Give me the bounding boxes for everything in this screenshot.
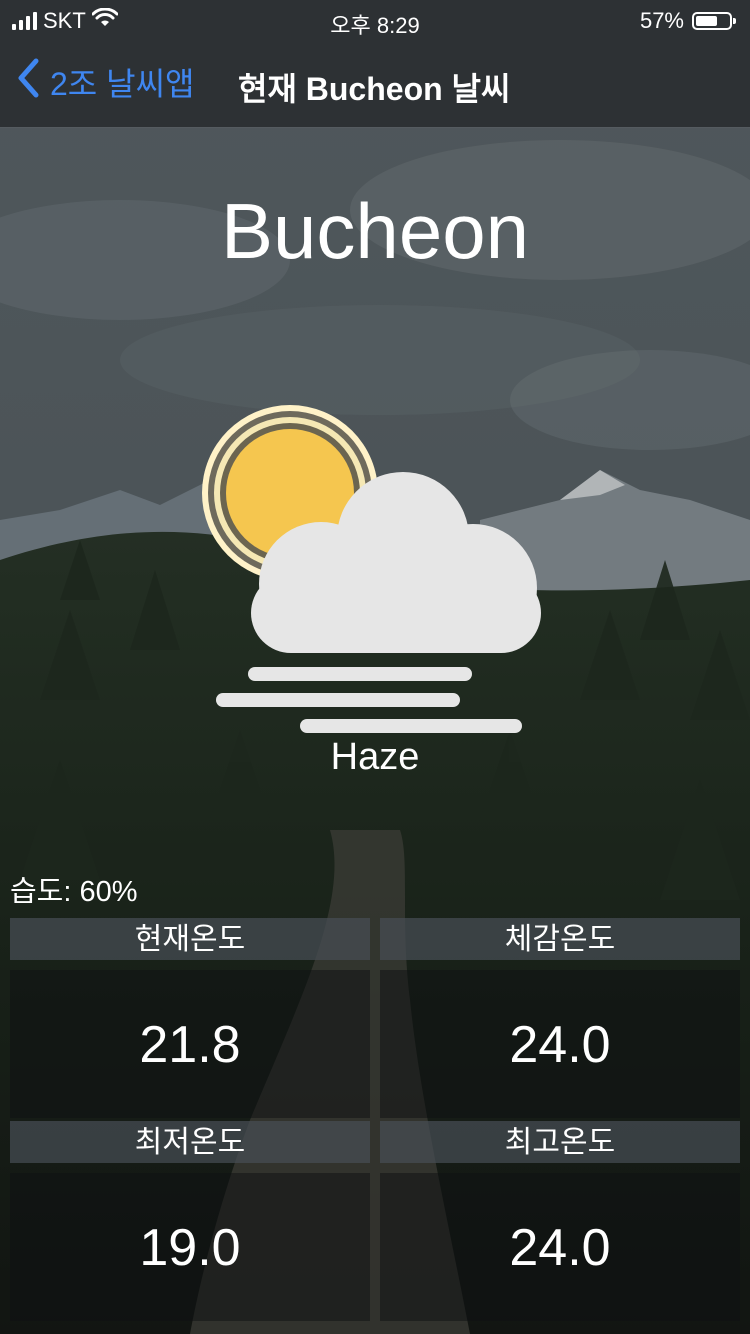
max-temp-cell: 최고온도 24.0 bbox=[380, 1121, 740, 1321]
weather-condition: Haze bbox=[330, 736, 420, 778]
chevron-left-icon bbox=[16, 58, 40, 106]
max-temp-label: 최고온도 bbox=[380, 1121, 740, 1163]
current-temp-label: 현재온도 bbox=[10, 918, 370, 960]
humidity-label: 습도: 60% bbox=[10, 876, 138, 908]
weather-content: Bucheon Haze 습도: 60% 현재온도 21.8 체감온도 24.0… bbox=[0, 128, 750, 1334]
min-temp-value: 19.0 bbox=[10, 1173, 370, 1321]
max-temp-value: 24.0 bbox=[380, 1173, 740, 1321]
status-time: 오후 8:29 bbox=[330, 13, 420, 38]
sun-cloud-haze-icon bbox=[195, 398, 555, 743]
feels-like-temp-label: 체감온도 bbox=[380, 918, 740, 960]
page-title: 현재 Bucheon 날씨 bbox=[238, 71, 511, 107]
city-name: Bucheon bbox=[221, 187, 529, 275]
feels-like-temp-cell: 체감온도 24.0 bbox=[380, 918, 740, 1118]
current-temp-value: 21.8 bbox=[10, 970, 370, 1118]
back-button[interactable]: 2조 날씨앱 bbox=[16, 58, 194, 106]
status-bar: SKT 오후 8:29 57% bbox=[0, 0, 750, 40]
current-temp-cell: 현재온도 21.8 bbox=[10, 918, 370, 1118]
min-temp-cell: 최저온도 19.0 bbox=[10, 1121, 370, 1321]
battery-icon bbox=[692, 12, 736, 30]
back-button-label: 2조 날씨앱 bbox=[50, 66, 195, 102]
min-temp-label: 최저온도 bbox=[10, 1121, 370, 1163]
status-right: 57% bbox=[639, 8, 736, 34]
feels-like-temp-value: 24.0 bbox=[380, 970, 740, 1118]
navigation-bar: 2조 날씨앱 현재 Bucheon 날씨 bbox=[0, 40, 750, 128]
battery-percent: 57% bbox=[639, 8, 684, 33]
